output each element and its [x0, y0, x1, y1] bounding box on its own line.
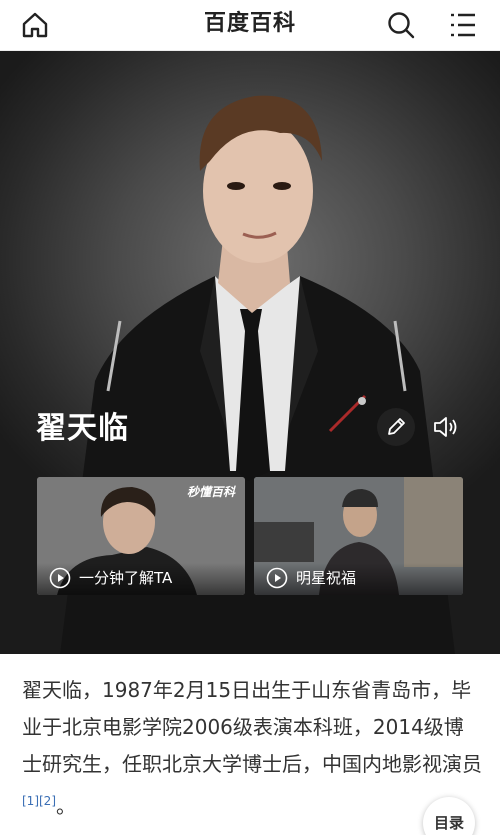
video-caption: 一分钟了解TA [79, 569, 173, 587]
top-nav-bar: 百度百科 [0, 0, 500, 51]
summary-text: 翟天临，1987年2月15日出生于山东省青岛市，毕业于北京电影学院2006级表演… [22, 678, 482, 776]
video-card-greeting[interactable]: 明星祝福 [254, 477, 463, 595]
video-caption: 明星祝福 [296, 569, 357, 587]
page: 百度百科 翟天临 秒懂百科 一分钟了解TA 明星祝福 翟天临，1987年2月15… [0, 0, 500, 835]
search-icon [388, 12, 415, 39]
video-logo: 秒懂百科 [186, 485, 235, 499]
summary-paragraph: 翟天临，1987年2月15日出生于山东省青岛市，毕业于北京电影学院2006级表演… [22, 672, 482, 825]
edit-button[interactable] [377, 408, 415, 446]
video-card-intro[interactable]: 秒懂百科 一分钟了解TA [37, 477, 245, 595]
menu-button[interactable] [446, 8, 480, 42]
speaker-icon [434, 417, 457, 437]
site-title[interactable]: 百度百科 [0, 0, 500, 50]
summary-end: 。 [56, 794, 76, 818]
search-button[interactable] [384, 8, 418, 42]
pencil-icon [388, 418, 405, 435]
hero-banner: 翟天临 秒懂百科 一分钟了解TA 明星祝福 [0, 51, 500, 654]
play-icon [49, 567, 71, 589]
menu-icon [451, 13, 475, 37]
play-icon [266, 567, 288, 589]
reference-link[interactable]: [1][2] [22, 794, 56, 808]
pronunciation-button[interactable] [427, 408, 465, 446]
person-name: 翟天临 [36, 411, 129, 446]
